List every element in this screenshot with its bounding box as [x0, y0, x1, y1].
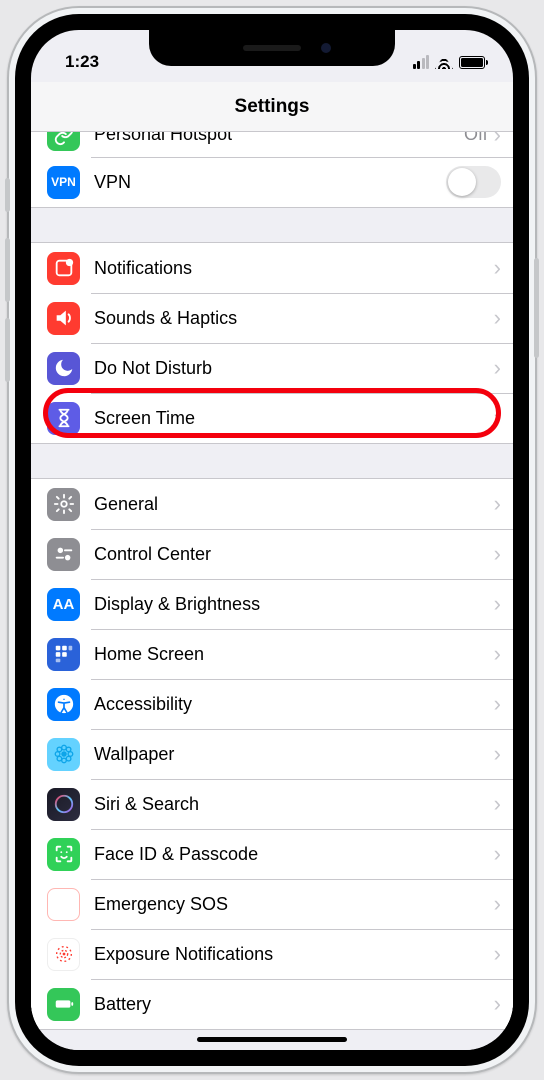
row-label: Control Center	[94, 544, 494, 565]
row-label: Wallpaper	[94, 744, 494, 765]
chevron-right-icon: ›	[494, 943, 501, 965]
speaker-icon	[47, 302, 80, 335]
vpn-toggle[interactable]	[446, 166, 501, 198]
chevron-right-icon: ›	[494, 357, 501, 379]
settings-row-general[interactable]: General›	[31, 479, 513, 529]
settings-row-screen-time[interactable]: Screen Time›	[31, 393, 513, 443]
ringer-switch	[5, 178, 10, 212]
settings-row-notifications[interactable]: Notifications›	[31, 243, 513, 293]
side-button	[534, 258, 539, 358]
settings-row-battery[interactable]: Battery›	[31, 979, 513, 1029]
accessibility-icon	[47, 688, 80, 721]
row-label: Notifications	[94, 258, 494, 279]
settings-scroll-view[interactable]: Personal HotspotOff›VPNVPNNotifications›…	[31, 132, 513, 1050]
flower-icon	[47, 738, 80, 771]
settings-row-control-center[interactable]: Control Center›	[31, 529, 513, 579]
row-label: Face ID & Passcode	[94, 844, 494, 865]
chevron-right-icon: ›	[494, 493, 501, 515]
chevron-right-icon: ›	[494, 593, 501, 615]
sos-icon: SOS	[47, 888, 80, 921]
volume-up-button	[5, 238, 10, 302]
settings-row-exposure-notifications[interactable]: Exposure Notifications›	[31, 929, 513, 979]
aa-icon: AA	[47, 588, 80, 621]
settings-row-siri-search[interactable]: Siri & Search›	[31, 779, 513, 829]
faceid-icon	[47, 838, 80, 871]
settings-row-wallpaper[interactable]: Wallpaper›	[31, 729, 513, 779]
volume-down-button	[5, 318, 10, 382]
row-label: Emergency SOS	[94, 894, 494, 915]
chevron-right-icon: ›	[494, 743, 501, 765]
home-indicator[interactable]	[197, 1037, 347, 1042]
notifications-icon	[47, 252, 80, 285]
phone-frame: 1:23 Settings Personal HotspotOff›VPNVPN…	[7, 6, 537, 1074]
page-title: Settings	[235, 96, 310, 118]
row-label: Personal Hotspot	[94, 132, 464, 145]
settings-row-sounds-haptics[interactable]: Sounds & Haptics›	[31, 293, 513, 343]
nav-bar: Settings	[31, 82, 513, 132]
sliders-icon	[47, 538, 80, 571]
speaker-grille	[243, 45, 301, 51]
chevron-right-icon: ›	[494, 693, 501, 715]
settings-row-vpn[interactable]: VPN VPN	[31, 157, 513, 207]
chevron-right-icon: ›	[494, 643, 501, 665]
row-label: Exposure Notifications	[94, 944, 494, 965]
row-label: Screen Time	[94, 408, 494, 429]
moon-icon	[47, 352, 80, 385]
row-label: Accessibility	[94, 694, 494, 715]
row-label: Battery	[94, 994, 494, 1015]
wifi-icon	[435, 55, 453, 69]
row-label: Home Screen	[94, 644, 494, 665]
vpn-icon: VPN	[47, 166, 80, 199]
status-time: 1:23	[65, 52, 99, 72]
battery-icon	[47, 988, 80, 1021]
grid-icon	[47, 638, 80, 671]
link-icon	[47, 132, 80, 151]
battery-icon	[459, 56, 485, 69]
settings-row-do-not-disturb[interactable]: Do Not Disturb›	[31, 343, 513, 393]
settings-group-alerts: Notifications›Sounds & Haptics›Do Not Di…	[31, 242, 513, 444]
front-camera	[321, 43, 331, 53]
cellular-signal-icon	[413, 55, 430, 69]
row-label: VPN	[94, 172, 446, 193]
exposure-icon	[47, 938, 80, 971]
chevron-right-icon: ›	[494, 132, 501, 146]
chevron-right-icon: ›	[494, 257, 501, 279]
chevron-right-icon: ›	[494, 993, 501, 1015]
row-label: Do Not Disturb	[94, 358, 494, 379]
settings-group-connectivity: Personal HotspotOff › VPN VPN	[31, 132, 513, 208]
chevron-right-icon: ›	[494, 407, 501, 429]
siri-icon	[47, 788, 80, 821]
settings-group-device: General›Control Center›AADisplay & Brigh…	[31, 478, 513, 1030]
screen: 1:23 Settings Personal HotspotOff›VPNVPN…	[31, 30, 513, 1050]
hourglass-icon	[47, 402, 80, 435]
chevron-right-icon: ›	[494, 843, 501, 865]
settings-row-personal-hotspot[interactable]: Personal HotspotOff ›	[31, 132, 513, 157]
settings-row-home-screen[interactable]: Home Screen›	[31, 629, 513, 679]
chevron-right-icon: ›	[494, 543, 501, 565]
settings-row-display-brightness[interactable]: AA Display & Brightness›	[31, 579, 513, 629]
gear-icon	[47, 488, 80, 521]
row-label: Siri & Search	[94, 794, 494, 815]
row-label: General	[94, 494, 494, 515]
settings-row-emergency-sos[interactable]: SOS Emergency SOS›	[31, 879, 513, 929]
row-detail: Off	[464, 132, 488, 145]
settings-row-face-id-passcode[interactable]: Face ID & Passcode›	[31, 829, 513, 879]
chevron-right-icon: ›	[494, 793, 501, 815]
notch	[149, 30, 395, 66]
chevron-right-icon: ›	[494, 893, 501, 915]
row-label: Display & Brightness	[94, 594, 494, 615]
settings-row-accessibility[interactable]: Accessibility›	[31, 679, 513, 729]
chevron-right-icon: ›	[494, 307, 501, 329]
row-label: Sounds & Haptics	[94, 308, 494, 329]
